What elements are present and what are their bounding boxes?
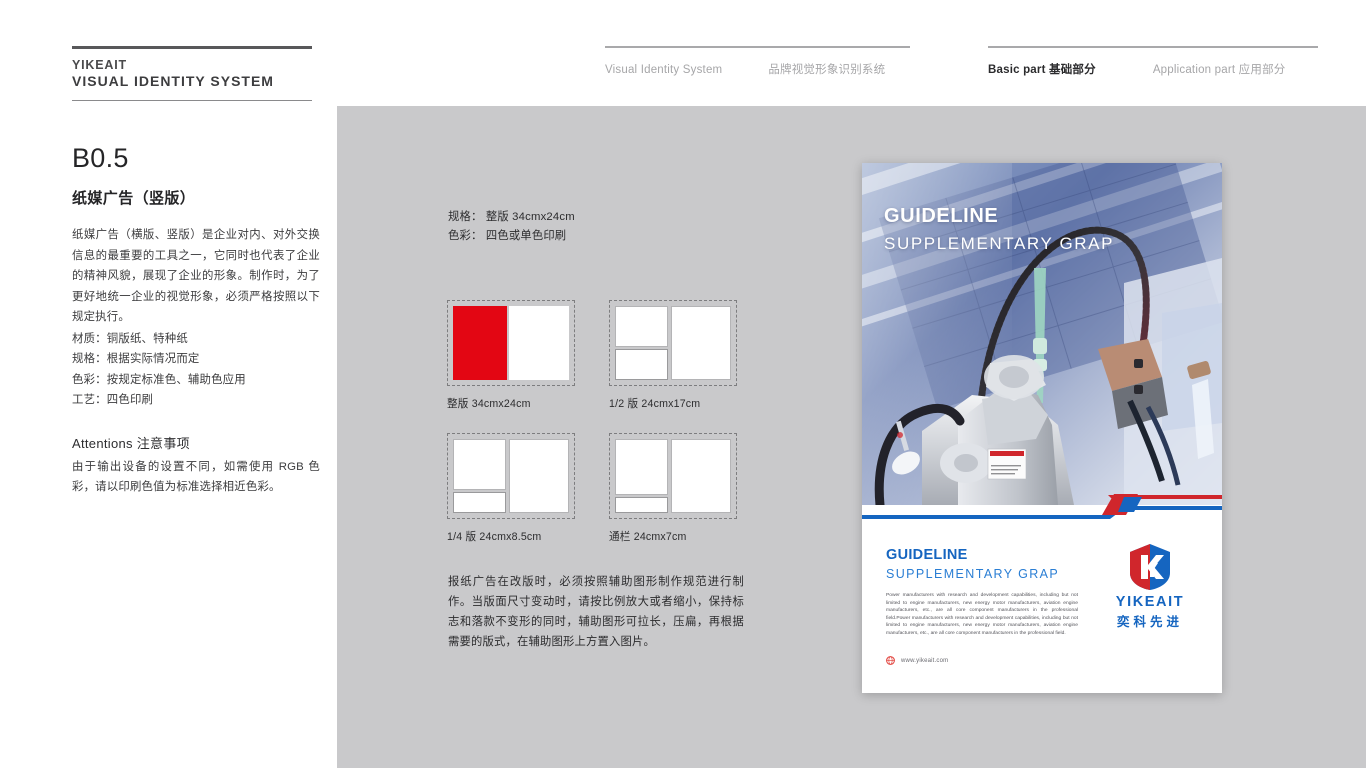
poster-photo-heading: GUIDELINE SUPPLEMENTARY GRAP bbox=[884, 205, 1114, 255]
arrow-graphic-icon bbox=[862, 494, 1222, 519]
layout-block-top bbox=[615, 439, 669, 495]
poster-photo: GUIDELINE SUPPLEMENTARY GRAP bbox=[862, 163, 1222, 505]
layout-block-top bbox=[453, 439, 507, 491]
layout-frame-full bbox=[447, 300, 575, 386]
poster-paragraph: Power manufacturers with research and de… bbox=[886, 593, 1078, 636]
main-notes: 报纸广告在改版时，必须按照辅助图形制作规范进行制作。当版面尺寸变动时，请按比例放… bbox=[448, 576, 744, 648]
poster-photo-heading-main: GUIDELINE bbox=[884, 205, 999, 227]
brand-subtitle: VISUAL IDENTITY SYSTEM bbox=[72, 73, 274, 89]
logo-text-cn: 奕科先进 bbox=[1116, 615, 1183, 629]
layout-diagrams: 整版 34cmx24cm 1/2 版 24cmx17cm 1/4 版 24cmx… bbox=[447, 300, 737, 544]
globe-icon bbox=[886, 656, 895, 665]
layout-row-2: 1/4 版 24cmx8.5cm 通栏 24cmx7cm bbox=[447, 433, 737, 544]
nav-group-right: Basic part 基础部分 Application part 应用部分 bbox=[988, 46, 1318, 77]
poster-divider-band bbox=[862, 494, 1222, 521]
page-root: YIKEAIT VISUAL IDENTITY SYSTEM Visual Id… bbox=[0, 0, 1366, 768]
nav-item-basic-part[interactable]: Basic part 基础部分 bbox=[988, 61, 1096, 77]
layout-column-right bbox=[671, 439, 731, 513]
layout-caption-half: 1/2 版 24cmx17cm bbox=[609, 398, 701, 410]
nav-item-vis-cn[interactable]: 品牌视觉形象识别系统 bbox=[768, 61, 885, 77]
layout-frame-banner bbox=[609, 433, 737, 519]
page-title: 纸媒广告（竖版） bbox=[72, 190, 196, 207]
brand-block: YIKEAIT VISUAL IDENTITY SYSTEM bbox=[72, 46, 312, 101]
spec-item-material: 材质：铜版纸、特种纸 bbox=[72, 332, 188, 345]
layout-block-white bbox=[508, 306, 569, 380]
layout-caption-full: 整版 34cmx24cm bbox=[447, 398, 531, 410]
nav-item-vis-en[interactable]: Visual Identity System bbox=[605, 64, 722, 76]
nav-row-left: Visual Identity System 品牌视觉形象识别系统 bbox=[605, 48, 910, 77]
layout-cell-half: 1/2 版 24cmx17cm bbox=[609, 300, 737, 411]
poster-mockup: GUIDELINE SUPPLEMENTARY GRAP GUIDELINE S… bbox=[862, 163, 1222, 693]
layout-block-bottom bbox=[615, 496, 669, 513]
layout-row-1: 整版 34cmx24cm 1/2 版 24cmx17cm bbox=[447, 300, 737, 411]
layout-column-right bbox=[671, 306, 731, 380]
layout-cell-banner: 通栏 24cmx7cm bbox=[609, 433, 737, 544]
main-spec-size: 规格： 整版 34cmx24cm bbox=[448, 211, 575, 223]
attentions-title: Attentions 注意事项 bbox=[72, 435, 190, 451]
yikeait-hexagon-logo-icon bbox=[1130, 544, 1170, 590]
spec-item-size: 规格：根据实际情况而定 bbox=[72, 353, 200, 365]
layout-block-top bbox=[615, 306, 669, 347]
main-spec-lines: 规格： 整版 34cmx24cm 色彩： 四色或单色印刷 bbox=[448, 208, 575, 246]
attentions-body: 由于输出设备的设置不同，如需使用 RGB 色彩，请以印刷色值为标准选择相近色彩。 bbox=[72, 460, 320, 494]
poster-body: GUIDELINE SUPPLEMENTARY GRAP Power manuf… bbox=[862, 521, 1222, 638]
layout-column-left bbox=[453, 439, 507, 513]
layout-cell-quarter: 1/4 版 24cmx8.5cm bbox=[447, 433, 575, 544]
spec-list: 材质：铜版纸、特种纸 规格：根据实际情况而定 色彩：按规定标准色、辅助色应用 工… bbox=[72, 329, 320, 411]
layout-column-left bbox=[615, 306, 669, 380]
poster-logo: YIKEAIT 奕科先进 bbox=[1100, 543, 1200, 630]
layout-frame-half bbox=[609, 300, 737, 386]
nav-row-right: Basic part 基础部分 Application part 应用部分 bbox=[988, 48, 1318, 77]
nav-item-application-part[interactable]: Application part 应用部分 bbox=[1153, 61, 1286, 77]
sidebar: B0.5 纸媒广告（竖版） 纸媒广告（横版、竖版）是企业对内、对外交换信息的最重… bbox=[72, 142, 320, 498]
layout-block-bottom bbox=[453, 492, 507, 513]
page-code: B0.5 bbox=[72, 143, 129, 173]
main-spec-color: 色彩： 四色或单色印刷 bbox=[448, 230, 567, 242]
layout-block-red bbox=[453, 306, 507, 380]
brand-name-en: YIKEAIT bbox=[72, 58, 127, 72]
poster-photo-heading-sub: SUPPLEMENTARY GRAP bbox=[884, 234, 1115, 253]
logo-text-en: YIKEAIT bbox=[1115, 594, 1185, 610]
page-description: 纸媒广告（横版、竖版）是企业对内、对外交换信息的最重要的工具之一，它同时也代表了… bbox=[72, 229, 320, 323]
layout-caption-quarter: 1/4 版 24cmx8.5cm bbox=[447, 531, 542, 543]
spec-item-process: 工艺：四色印刷 bbox=[72, 394, 154, 406]
layout-column-left bbox=[615, 439, 669, 513]
spec-item-color: 色彩：按规定标准色、辅助色应用 bbox=[72, 373, 246, 386]
layout-frame-quarter bbox=[447, 433, 575, 519]
poster-footer-url: www.yikeait.com bbox=[901, 657, 949, 664]
brand-rule-bottom bbox=[72, 100, 312, 101]
nav-group-left: Visual Identity System 品牌视觉形象识别系统 bbox=[605, 46, 910, 77]
layout-column-right bbox=[509, 439, 569, 513]
layout-caption-banner: 通栏 24cmx7cm bbox=[609, 531, 687, 543]
layout-cell-full: 整版 34cmx24cm bbox=[447, 300, 575, 411]
brand-names: YIKEAIT VISUAL IDENTITY SYSTEM bbox=[72, 49, 312, 93]
layout-block-bottom bbox=[615, 348, 669, 380]
poster-footer: www.yikeait.com bbox=[886, 656, 948, 665]
